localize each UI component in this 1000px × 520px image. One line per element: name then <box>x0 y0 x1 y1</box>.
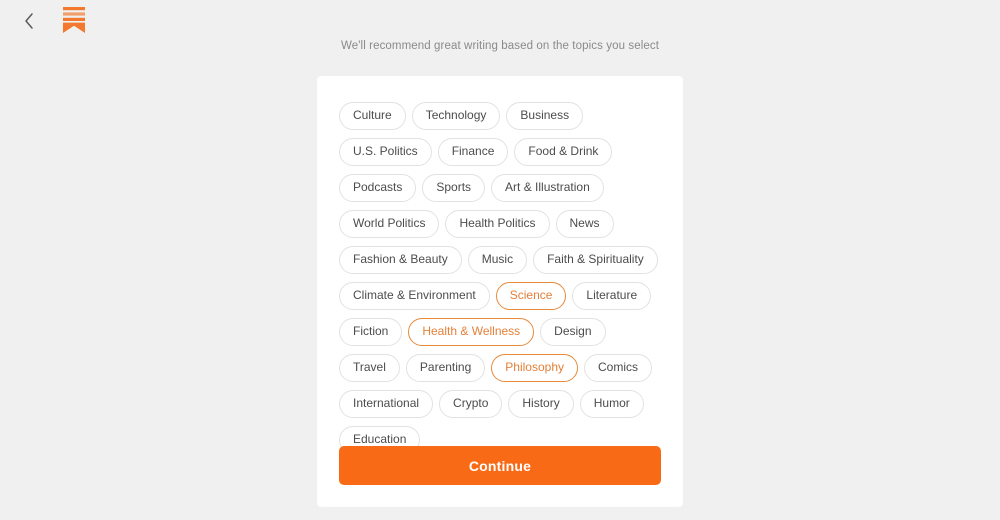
top-bar <box>0 0 1000 44</box>
bookmark-logo-icon[interactable] <box>62 6 86 34</box>
topic-tag[interactable]: Science <box>495 282 567 310</box>
topic-tag[interactable]: World Politics <box>339 210 440 238</box>
topic-tag[interactable]: Culture <box>339 102 406 130</box>
topic-tag[interactable]: Travel <box>339 354 400 382</box>
topic-tag[interactable]: Health & Wellness <box>408 318 535 346</box>
topic-selection-card: Culture Technology Business U.S. Politics Fi… <box>317 76 683 507</box>
topic-tag[interactable]: Fashion & Beauty <box>339 246 462 274</box>
continue-button[interactable]: Continue <box>339 446 661 485</box>
topic-tag[interactable]: Climate & Environment <box>339 282 490 310</box>
footer-actions: Continue <box>339 446 661 485</box>
topic-tag[interactable]: Sports <box>422 174 486 202</box>
topic-tag[interactable]: Philosophy <box>491 354 578 382</box>
topic-tag[interactable]: Design <box>540 318 606 346</box>
topic-tag[interactable]: Podcasts <box>339 174 417 202</box>
topic-tag[interactable]: Faith & Spirituality <box>533 246 658 274</box>
topic-tag[interactable]: Humor <box>579 390 644 418</box>
topic-tag[interactable]: Crypto <box>439 390 503 418</box>
topic-tag[interactable]: International <box>339 390 434 418</box>
topic-tag-list: Culture Technology Business U.S. Politics Fi… <box>339 98 661 454</box>
topic-tag[interactable]: Food & Drink <box>514 138 613 166</box>
page-subtitle: We'll recommend great writing based on t… <box>341 40 659 52</box>
topic-tag[interactable]: Finance <box>437 138 509 166</box>
topic-tag[interactable]: History <box>508 390 574 418</box>
topic-tag[interactable]: Literature <box>572 282 652 310</box>
topic-tag[interactable]: Technology <box>411 102 501 130</box>
topic-tag[interactable]: Business <box>506 102 584 130</box>
topic-tag[interactable]: Comics <box>584 354 653 382</box>
chevron-left-icon <box>23 12 35 30</box>
topic-tag[interactable]: Parenting <box>405 354 486 382</box>
topic-tag[interactable]: Health Politics <box>445 210 550 238</box>
topic-tag[interactable]: U.S. Politics <box>339 138 432 166</box>
topic-tag[interactable]: Art & Illustration <box>491 174 604 202</box>
back-button[interactable] <box>14 6 44 36</box>
topic-tag[interactable]: Fiction <box>339 318 403 346</box>
topic-tag[interactable]: Music <box>467 246 528 274</box>
topic-tag[interactable]: News <box>555 210 614 238</box>
